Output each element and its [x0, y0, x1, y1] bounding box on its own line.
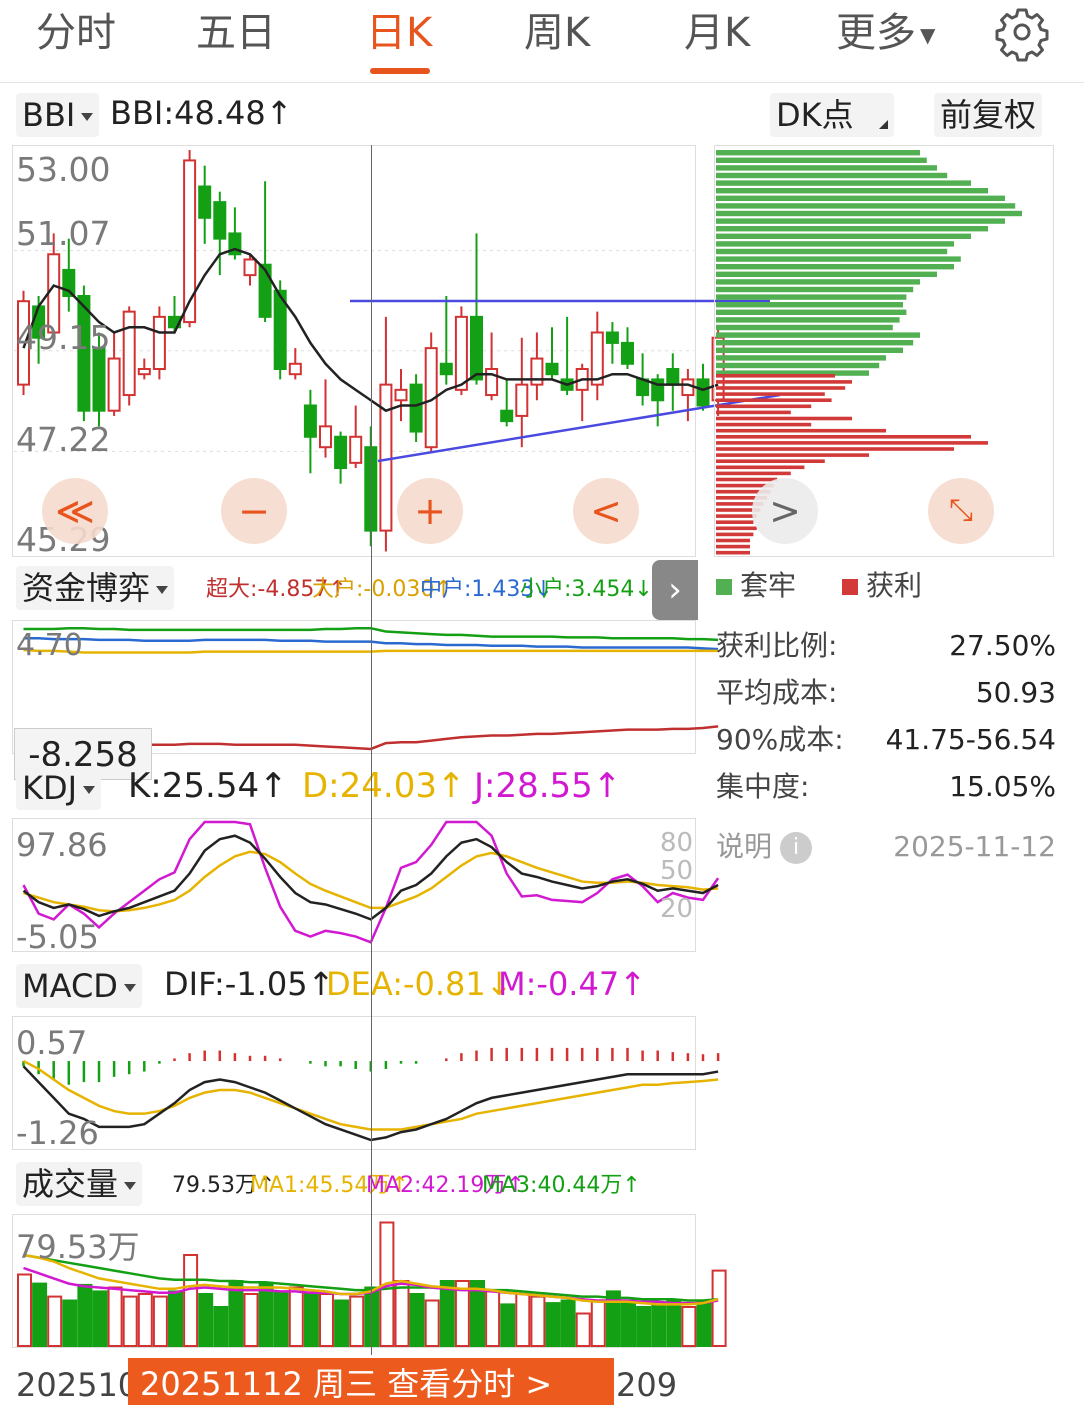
volume-bar	[349, 1295, 365, 1347]
date-axis-right: 209	[616, 1366, 678, 1404]
volume-bar	[545, 1302, 561, 1347]
volume-bar	[17, 1273, 32, 1347]
volume-bar	[621, 1299, 636, 1347]
volume-bar	[681, 1306, 697, 1347]
volume-bar	[439, 1280, 455, 1347]
volume-bar	[319, 1293, 334, 1347]
volume-bar	[530, 1295, 546, 1347]
volume-bar	[409, 1293, 425, 1347]
volume-bar	[122, 1295, 138, 1347]
stock-chart-screen: 分时 五日 日K 周K 月K 更多 ▼ BBI BBI:48.48↑ DK点 前复…	[0, 0, 1084, 1405]
volume-bar	[560, 1299, 576, 1347]
volume-bar	[92, 1290, 108, 1348]
volume-bar	[243, 1293, 259, 1347]
volume-bar	[334, 1299, 350, 1347]
volume-bar	[500, 1303, 516, 1348]
date-axis-left: 202510	[16, 1366, 139, 1404]
volume-bar	[213, 1306, 229, 1347]
volume-bar	[258, 1282, 274, 1347]
volume-bar	[590, 1299, 606, 1347]
volume-bar	[485, 1290, 501, 1348]
volume-bar	[183, 1254, 199, 1347]
volume-bar	[198, 1293, 214, 1347]
volume-bar	[168, 1290, 183, 1348]
volume-bar	[394, 1280, 410, 1347]
volume-bar	[77, 1283, 93, 1348]
volume-bar	[651, 1303, 667, 1348]
volume-bar	[303, 1293, 319, 1347]
volume-bar	[152, 1295, 168, 1347]
volume-bar	[288, 1286, 304, 1347]
volume-bar	[711, 1269, 727, 1347]
volume-bar	[666, 1299, 682, 1347]
volume-bar	[424, 1299, 440, 1347]
volume-bar	[515, 1293, 531, 1347]
volume-bar	[273, 1290, 289, 1348]
view-intraday-banner[interactable]: 20251112 周三 查看分时 >	[128, 1358, 614, 1405]
volume-bar	[696, 1299, 712, 1347]
volume-bar	[32, 1282, 48, 1347]
volume-chart	[17, 1221, 727, 1348]
crosshair-line	[371, 145, 372, 1355]
volume-bar	[62, 1299, 78, 1347]
volume-bar	[575, 1312, 591, 1347]
volume-bar	[636, 1306, 652, 1347]
volume-bar	[107, 1286, 123, 1347]
volume-axis-top: 79.53万	[16, 1228, 140, 1266]
volume-bar	[137, 1293, 153, 1347]
volume-bar	[47, 1295, 63, 1347]
